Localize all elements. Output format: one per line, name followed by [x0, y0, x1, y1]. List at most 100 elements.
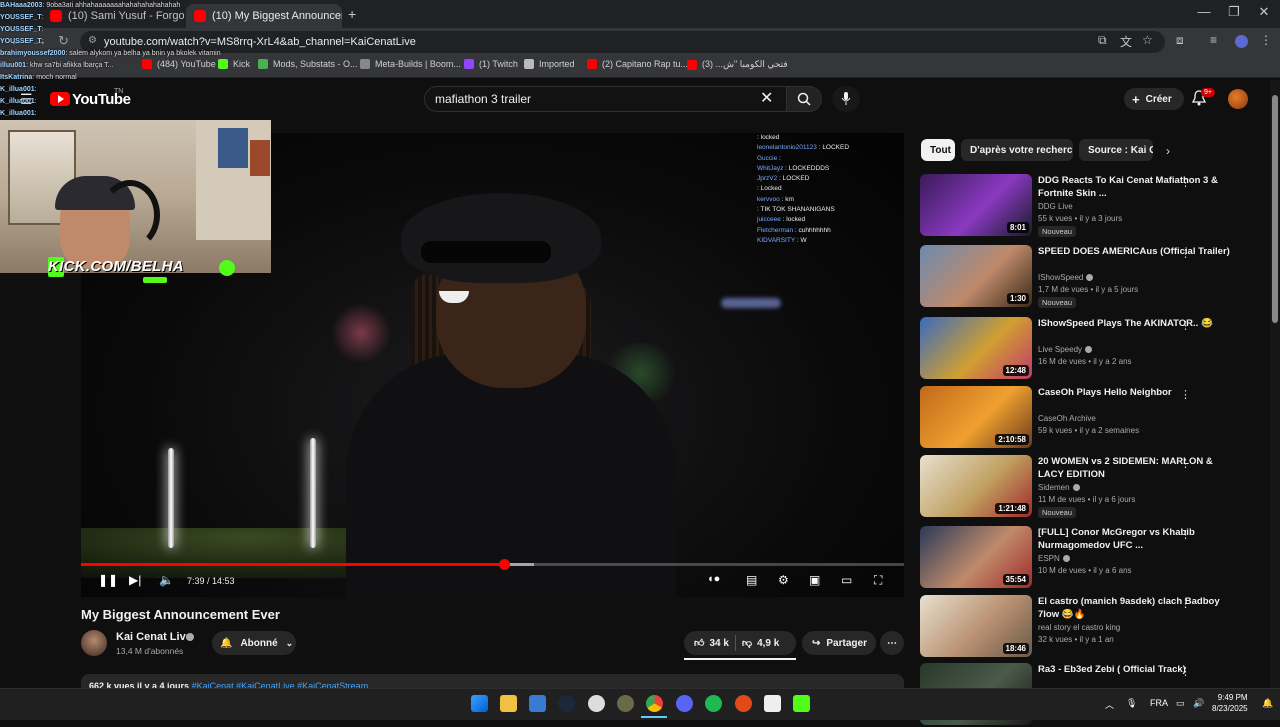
system-clock[interactable]: 9:49 PM 8/23/2025	[1212, 692, 1248, 714]
bookmark-item[interactable]: Imported	[524, 59, 575, 69]
scrollbar-thumb[interactable]	[1272, 95, 1278, 323]
app-icon-2[interactable]	[617, 695, 634, 712]
recommendation-title[interactable]: IShowSpeed Plays The AKINATOR.. 😂	[1038, 317, 1238, 330]
pause-icon[interactable]: ❚❚	[98, 573, 118, 587]
video-thumbnail[interactable]: 12:48	[920, 317, 1032, 379]
fullscreen-icon[interactable]: ⛶	[874, 573, 882, 588]
close-window-icon[interactable]: ✕	[1249, 4, 1279, 20]
more-options-icon[interactable]: ⋮	[1180, 457, 1191, 470]
reading-list-icon[interactable]: ≡	[1210, 33, 1217, 47]
bookmark-item[interactable]: Mods, Substats - O...	[258, 59, 358, 69]
recommendation-item[interactable]: 1:30 SPEED DOES AMERICAus (Official Trail…	[920, 245, 1260, 309]
recommendation-channel[interactable]: real story el castro king	[1038, 623, 1120, 632]
recommendation-item[interactable]: 12:48 IShowSpeed Plays The AKINATOR.. 😂 Li…	[920, 317, 1260, 381]
next-icon[interactable]: ▶|	[129, 573, 141, 587]
like-button[interactable]: 👍︎ 34 k	[694, 637, 729, 650]
app-icon[interactable]	[588, 695, 605, 712]
video-thumbnail[interactable]: 1:30	[920, 245, 1032, 307]
recommendation-item[interactable]: 18:46 El castro (manich 9asdek) clach Bad…	[920, 595, 1260, 659]
video-thumbnail[interactable]: 18:46	[920, 595, 1032, 657]
subscribed-button[interactable]: 🔔 Abonné ⌄	[212, 631, 296, 655]
dislike-button[interactable]: 👎︎ 4,9 k	[742, 637, 779, 650]
bookmark-star-icon[interactable]: ☆	[1142, 33, 1153, 47]
file-explorer-icon[interactable]	[500, 695, 517, 712]
miniplayer-icon[interactable]: ▣	[809, 573, 820, 587]
app-icon-4[interactable]	[764, 695, 781, 712]
bookmark-item[interactable]: فتحي الكومبا "ش... (3)	[687, 59, 788, 70]
progress-scrubber[interactable]	[499, 559, 511, 570]
channel-name[interactable]: Kai Cenat Live	[116, 631, 192, 643]
recommendation-title[interactable]: 20 WOMEN vs 2 SIDEMEN: MARLON & LACY EDI…	[1038, 455, 1238, 481]
extensions-icon[interactable]: ⧈	[1176, 33, 1184, 48]
recommendation-item[interactable]: 8:01 DDG Reacts To Kai Cenat Mafiathon 3 …	[920, 174, 1260, 238]
search-button[interactable]	[786, 86, 822, 112]
windows-start-icon[interactable]	[471, 695, 488, 712]
recommendation-channel[interactable]: ESPN	[1038, 554, 1070, 563]
recommendation-item[interactable]: 35:54 [FULL] Conor McGregor vs Khabib Nur…	[920, 526, 1260, 590]
volume-tray-icon[interactable]: 🔊	[1193, 698, 1204, 709]
kick-app-icon[interactable]	[793, 695, 810, 712]
more-options-icon[interactable]: ⋮	[1180, 665, 1191, 678]
create-button[interactable]: + Créer	[1124, 88, 1184, 110]
language-indicator[interactable]: FRA	[1150, 698, 1168, 708]
more-options-icon[interactable]: ⋮	[1180, 319, 1191, 332]
autoplay-toggle-icon[interactable]: ◖●	[707, 573, 720, 585]
recommendation-title[interactable]: [FULL] Conor McGregor vs Khabib Nurmagom…	[1038, 526, 1238, 552]
tray-chevron-icon[interactable]: ︿	[1105, 698, 1114, 711]
recommendation-channel[interactable]: DDG Live	[1038, 202, 1073, 211]
recommendation-title[interactable]: DDG Reacts To Kai Cenat Mafiathon 3 & Fo…	[1038, 174, 1238, 200]
recommendation-title[interactable]: Ra3 - Eb3ed Zebi ( Official Track)	[1038, 663, 1238, 676]
more-options-icon[interactable]: ⋮	[1180, 597, 1191, 610]
video-thumbnail[interactable]: 35:54	[920, 526, 1032, 588]
recommendation-channel[interactable]: Live Speedy	[1038, 345, 1093, 354]
recommendation-title[interactable]: SPEED DOES AMERICAus (Official Trailer)	[1038, 245, 1238, 258]
steam-icon[interactable]	[558, 695, 575, 712]
video-thumbnail[interactable]: 1:21:48	[920, 455, 1032, 517]
profile-avatar[interactable]	[1235, 35, 1248, 48]
recommendation-title[interactable]: El castro (manich 9asdek) clach Badboy 7…	[1038, 595, 1238, 621]
notification-center-icon[interactable]: 🔔	[1262, 698, 1273, 709]
recommendation-channel[interactable]: Sidemen	[1038, 483, 1080, 492]
restore-icon[interactable]: ❐	[1219, 4, 1249, 20]
more-options-icon[interactable]: ⋮	[1180, 388, 1191, 401]
menu-dots-icon[interactable]: ⋮	[1260, 33, 1272, 47]
chip-all[interactable]: Tout	[921, 139, 955, 161]
cast-icon[interactable]: ⧉	[1098, 33, 1107, 48]
recommendation-channel[interactable]: IShowSpeed	[1038, 273, 1094, 282]
theater-mode-icon[interactable]: ▭	[841, 573, 852, 587]
spotify-icon[interactable]	[705, 695, 722, 712]
network-icon[interactable]: ▭	[1176, 698, 1185, 709]
new-tab-button[interactable]: +	[348, 6, 356, 22]
chip-source[interactable]: Source : Kai Ce	[1079, 139, 1153, 161]
bookmark-item[interactable]: Meta-Builds | Boom...	[360, 59, 461, 69]
more-options-icon[interactable]: ⋮	[1180, 247, 1191, 260]
chevron-right-icon[interactable]: ›	[1166, 144, 1170, 158]
more-actions-button[interactable]: ⋯	[880, 631, 904, 655]
recommendation-item[interactable]: 1:21:48 20 WOMEN vs 2 SIDEMEN: MARLON & L…	[920, 455, 1260, 519]
video-thumbnail[interactable]: 2:10:58	[920, 386, 1032, 448]
app-icon-3[interactable]	[735, 695, 752, 712]
volume-icon[interactable]: 🔈	[159, 573, 174, 587]
minimize-icon[interactable]: —	[1189, 4, 1219, 19]
subtitles-icon[interactable]: ▤	[746, 573, 757, 587]
chip-related-search[interactable]: D'après votre recherche	[961, 139, 1073, 161]
recommendation-item[interactable]: 2:10:58 CaseOh Plays Hello Neighbor CaseOh…	[920, 386, 1260, 450]
share-button[interactable]: ↪ Partager	[802, 631, 876, 655]
more-options-icon[interactable]: ⋮	[1180, 528, 1191, 541]
chrome-icon[interactable]	[646, 695, 663, 712]
more-options-icon[interactable]: ⋮	[1180, 176, 1191, 189]
settings-gear-icon[interactable]: ⚙	[778, 573, 789, 587]
account-avatar[interactable]	[1228, 89, 1248, 109]
translate-icon[interactable]: 文	[1120, 33, 1132, 50]
bookmark-item[interactable]: (2) Capitano Rap tu...	[587, 59, 688, 69]
bookmark-item[interactable]: (1) Twitch	[464, 59, 518, 69]
recommendation-title[interactable]: CaseOh Plays Hello Neighbor	[1038, 386, 1238, 399]
video-thumbnail[interactable]: 8:01	[920, 174, 1032, 236]
voice-search-button[interactable]	[832, 86, 860, 112]
discord-icon[interactable]	[676, 695, 693, 712]
channel-avatar[interactable]	[81, 630, 107, 656]
recommendation-channel[interactable]: CaseOh Archive	[1038, 414, 1096, 423]
microphone-tray-icon[interactable]: 🎙	[1126, 698, 1137, 709]
search-input[interactable]: mafiathon 3 trailer	[424, 86, 786, 112]
clear-search-icon[interactable]: ✕	[760, 88, 773, 108]
